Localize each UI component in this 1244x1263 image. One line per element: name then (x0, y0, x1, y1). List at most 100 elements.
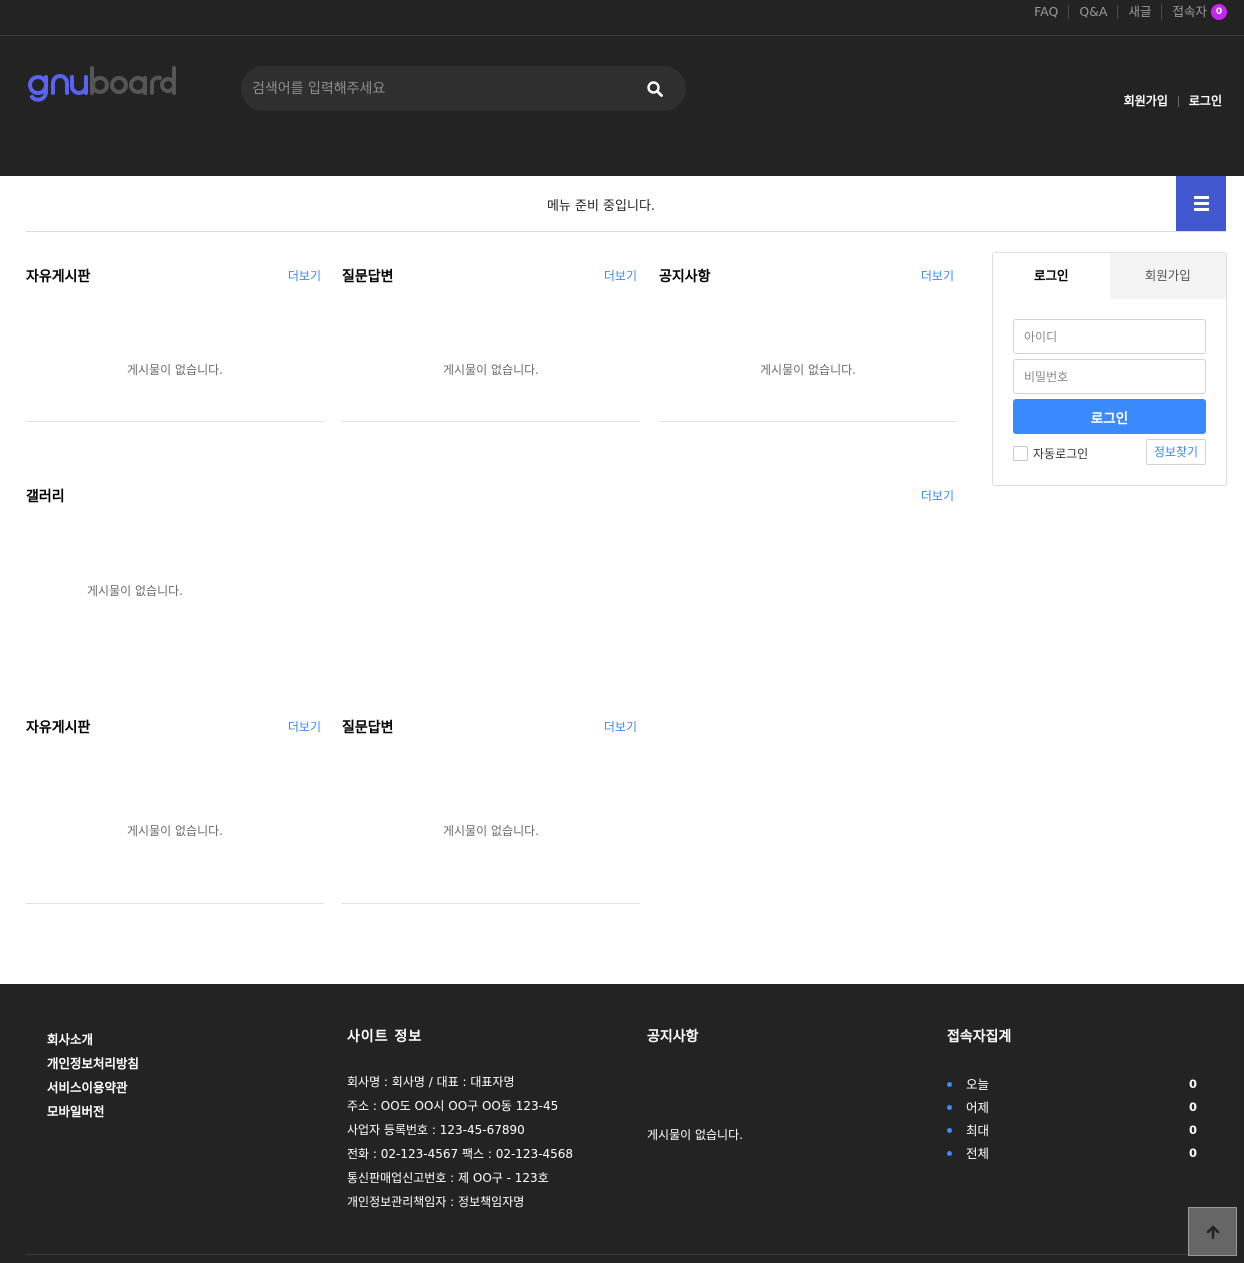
hamburger-icon (1193, 195, 1209, 213)
visitors-link-label: 접속자 (1172, 4, 1207, 19)
site-info: 사이트 정보 회사명 : 회사명 / 대표 : 대표자명 주소 : OO도 OO… (347, 1026, 573, 1214)
visitor-stats-title: 접속자집계 (947, 1029, 1012, 1045)
footer-notice: 공지사항 게시물이 없습니다. (647, 1026, 907, 1142)
faq-link[interactable]: FAQ (1024, 5, 1068, 19)
tab-login[interactable]: 로그인 (993, 253, 1110, 299)
user-id-input[interactable] (1013, 319, 1206, 354)
footer-link-privacy[interactable]: 개인정보처리방침 (47, 1052, 139, 1076)
visit-label: 전체 (966, 1146, 990, 1161)
header-login-link[interactable]: 로그인 (1189, 94, 1222, 108)
footer-link-company[interactable]: 회사소개 (47, 1028, 139, 1052)
visit-yesterday: 어제 0 (947, 1096, 1197, 1119)
visit-label: 오늘 (966, 1077, 990, 1092)
latest-gallery: 갤러리 더보기 게시물이 없습니다. (26, 452, 957, 652)
board-title[interactable]: 자유게시판 (26, 717, 90, 737)
site-info-title: 사이트 정보 (347, 1029, 423, 1045)
login-tabs: 로그인 회원가입 (993, 253, 1226, 299)
outlogin-box: 로그인 회원가입 로그인 자동로그인 정보찾기 (992, 252, 1227, 486)
visitor-stats: 접속자집계 오늘 0 어제 0 최대 0 전체 0 (947, 1026, 1197, 1165)
qna-link-label: Q&A (1079, 4, 1108, 19)
empty-message: 게시물이 없습니다. (443, 824, 539, 838)
more-link[interactable]: 더보기 (921, 487, 954, 504)
visit-label: 어제 (966, 1100, 990, 1115)
more-link[interactable]: 더보기 (921, 267, 954, 284)
site-info-line: 통신판매업신고번호 : 제 OO구 - 123호 (347, 1171, 549, 1185)
search-icon (647, 81, 663, 97)
auto-login-checkbox[interactable]: 자동로그인 (1013, 445, 1088, 462)
footer-link-mobile[interactable]: 모바일버전 (47, 1100, 139, 1124)
empty-message: 게시물이 없습니다. (760, 363, 856, 377)
tab-join[interactable]: 회원가입 (1109, 253, 1226, 299)
faq-link-label: FAQ (1034, 4, 1059, 19)
visit-value: 0 (1188, 1100, 1197, 1114)
auto-login-label: 자동로그인 (1033, 447, 1089, 461)
visitors-link[interactable]: 접속자 0 (1161, 4, 1227, 20)
empty-message: 게시물이 없습니다. (127, 824, 223, 838)
password-input[interactable] (1013, 359, 1206, 394)
bullet-icon (947, 1082, 952, 1087)
latest-free-board: 자유게시판 더보기 게시물이 없습니다. (26, 232, 324, 422)
search-input[interactable] (241, 66, 631, 111)
visit-value: 0 (1188, 1146, 1197, 1160)
search-button[interactable] (642, 78, 668, 100)
site-info-line: 개인정보관리책임자 : 정보책임자명 (347, 1195, 525, 1209)
empty-message: 게시물이 없습니다. (87, 584, 183, 598)
top-utility-bar: FAQ Q&A 새글 접속자 0 (0, 0, 1244, 36)
gnuboard-logo (28, 66, 176, 102)
visit-value: 0 (1188, 1077, 1197, 1091)
empty-message: 게시물이 없습니다. (647, 1128, 743, 1142)
more-link[interactable]: 더보기 (288, 718, 321, 735)
visit-label: 최대 (966, 1123, 990, 1138)
visitor-count-badge: 0 (1211, 4, 1227, 20)
site-info-line: 사업자 등록번호 : 123-45-67890 (347, 1123, 525, 1137)
latest-notice-board: 공지사항 더보기 게시물이 없습니다. (659, 232, 957, 422)
new-posts-link-label: 새글 (1128, 4, 1152, 19)
empty-message: 게시물이 없습니다. (127, 363, 223, 377)
header-member-links: 회원가입 로그인 (1124, 94, 1222, 108)
new-posts-link[interactable]: 새글 (1117, 5, 1161, 19)
checkbox-icon[interactable] (1013, 446, 1028, 461)
header-join-link[interactable]: 회원가입 (1124, 94, 1168, 108)
footer-divider (26, 1254, 1226, 1255)
search-box (241, 66, 686, 111)
visitor-stats-list: 오늘 0 어제 0 최대 0 전체 0 (947, 1073, 1197, 1165)
board-title[interactable]: 갤러리 (26, 486, 65, 506)
visit-max: 최대 0 (947, 1119, 1197, 1142)
more-link[interactable]: 더보기 (288, 267, 321, 284)
footer: 회사소개 개인정보처리방침 서비스이용약관 모바일버전 사이트 정보 회사명 :… (0, 984, 1244, 1263)
footer-notice-title[interactable]: 공지사항 (647, 1026, 907, 1046)
bullet-icon (947, 1128, 952, 1133)
qna-link[interactable]: Q&A (1068, 5, 1117, 19)
latest-qa-board-2: 질문답변 더보기 게시물이 없습니다. (342, 683, 640, 904)
empty-message: 게시물이 없습니다. (443, 363, 539, 377)
utility-links: FAQ Q&A 새글 접속자 0 (1024, 4, 1227, 20)
find-info-button[interactable]: 정보찾기 (1146, 439, 1206, 465)
main-navigation: 메뉴 준비 중입니다. (26, 176, 1226, 232)
site-info-line: 전화 : 02-123-4567 팩스 : 02-123-4568 (347, 1147, 574, 1161)
scroll-top-button[interactable] (1188, 1207, 1237, 1256)
board-title[interactable]: 질문답변 (342, 717, 394, 737)
site-info-line: 회사명 : 회사명 / 대표 : 대표자명 (347, 1075, 515, 1089)
latest-qa-board: 질문답변 더보기 게시물이 없습니다. (342, 232, 640, 422)
arrow-up-icon (1206, 1225, 1219, 1239)
board-title[interactable]: 자유게시판 (26, 266, 90, 286)
login-submit-button[interactable]: 로그인 (1013, 399, 1206, 434)
divider (1177, 95, 1179, 107)
more-link[interactable]: 더보기 (604, 718, 637, 735)
header: 회원가입 로그인 (0, 36, 1244, 176)
menu-empty-message: 메뉴 준비 중입니다. (546, 199, 656, 214)
bullet-icon (947, 1151, 952, 1156)
footer-links: 회사소개 개인정보처리방침 서비스이용약관 모바일버전 (47, 1028, 139, 1124)
bullet-icon (947, 1105, 952, 1110)
visit-today: 오늘 0 (947, 1073, 1197, 1096)
site-logo[interactable] (26, 64, 178, 104)
all-menu-button[interactable] (1176, 176, 1226, 231)
more-link[interactable]: 더보기 (604, 267, 637, 284)
board-title[interactable]: 공지사항 (659, 266, 711, 286)
visit-total: 전체 0 (947, 1142, 1197, 1165)
board-title[interactable]: 질문답변 (342, 266, 394, 286)
site-info-line: 주소 : OO도 OO시 OO구 OO동 123-45 (347, 1099, 559, 1113)
latest-free-board-2: 자유게시판 더보기 게시물이 없습니다. (26, 683, 324, 904)
footer-link-terms[interactable]: 서비스이용약관 (47, 1076, 139, 1100)
visit-value: 0 (1188, 1123, 1197, 1137)
